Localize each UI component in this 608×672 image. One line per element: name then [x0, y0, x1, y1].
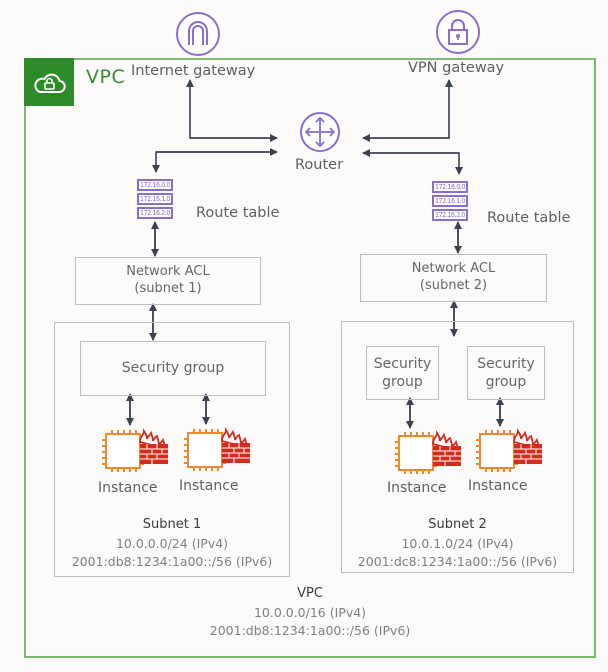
- router[interactable]: [299, 111, 341, 157]
- internet-gateway[interactable]: [175, 11, 221, 61]
- vpc-summary: VPC 10.0.0.0/16 (IPv4) 2001:db8:1234:1a0…: [160, 585, 460, 640]
- instance-label: Instance: [179, 478, 239, 494]
- arrow-router-to-rt1: [152, 151, 277, 173]
- security-group-subnet-2a[interactable]: Security group: [366, 346, 439, 400]
- security-group-label: Security group: [121, 360, 225, 377]
- instance-2a[interactable]: [393, 430, 465, 480]
- vpn-gateway-label: VPN gateway: [408, 60, 505, 76]
- arrow-router-to-rt2: [363, 152, 463, 175]
- internet-gateway-label: Internet gateway: [131, 63, 256, 79]
- subnet-1-title: Subnet 1: [142, 517, 202, 532]
- security-group-label: group: [382, 374, 423, 390]
- route-entry: 172.16.0.0: [137, 179, 173, 191]
- route-entry: 172.16.1.0: [137, 193, 173, 205]
- route-table-1-label: Route table: [196, 205, 280, 221]
- route-table-2-label: Route table: [487, 210, 571, 226]
- network-acl-label: Network ACL: [126, 264, 210, 280]
- instance-1a[interactable]: [100, 428, 172, 478]
- subnet-2-ipv4: 10.0.1.0/24 (IPv4): [401, 535, 514, 551]
- instance-firewall-icon: [184, 427, 250, 471]
- vpc-summary-title: VPC: [297, 586, 323, 601]
- router-arrows-icon: [300, 112, 340, 152]
- network-acl-subnet-2[interactable]: Network ACL (subnet 2): [360, 254, 547, 302]
- router-label: Router: [295, 157, 344, 173]
- subnet-1-info: Subnet 1 10.0.0.0/24 (IPv4) 2001:db8:123…: [54, 516, 290, 571]
- security-group-subnet-2b[interactable]: Security group: [467, 346, 545, 400]
- firewall-icon: [221, 427, 250, 463]
- route-entry: 172.16.1.0: [432, 195, 468, 207]
- route-entry: 172.16.2.0: [432, 209, 468, 221]
- firewall-icon: [139, 428, 168, 464]
- network-acl-label: Network ACL: [411, 261, 496, 277]
- network-acl-subnet: (subnet 1): [134, 281, 202, 296]
- route-entry: 172.16.2.0: [137, 207, 173, 219]
- internet-gateway-icon: [176, 12, 220, 56]
- subnet-2-title: Subnet 2: [428, 517, 487, 532]
- vpn-gateway[interactable]: [435, 9, 481, 59]
- arrow-router-to-igw: [186, 79, 277, 139]
- subnet-2-info: Subnet 2 10.0.1.0/24 (IPv4) 2001:dc8:123…: [341, 516, 574, 571]
- route-entry: 172.16.0.0: [432, 181, 468, 193]
- route-table-1[interactable]: 172.16.0.0 172.16.1.0 172.16.2.0: [137, 179, 173, 221]
- padlock-icon: [436, 10, 480, 54]
- security-group-label: group: [485, 374, 527, 390]
- firewall-icon: [513, 428, 542, 464]
- instance-2b[interactable]: [474, 428, 546, 478]
- subnet-1-ipv4: 10.0.0.0/24 (IPv4): [115, 535, 229, 551]
- route-table-2[interactable]: 172.16.0.0 172.16.1.0 172.16.2.0: [432, 181, 468, 223]
- arrow-router-to-vpn: [363, 79, 453, 139]
- subnet-1-ipv6: 2001:db8:1234:1a00::/56 (IPv6): [71, 553, 273, 569]
- subnet-2-ipv6: 2001:dc8:1234:1a00::/56 (IPv6): [357, 553, 558, 569]
- vpc-summary-ipv4: 10.0.0.0/16 (IPv4): [253, 604, 367, 620]
- security-group-subnet-1[interactable]: Security group: [80, 341, 266, 396]
- security-group-label: Security: [373, 355, 432, 372]
- network-acl-subnet-1[interactable]: Network ACL (subnet 1): [75, 257, 261, 305]
- instance-firewall-icon: [102, 428, 168, 472]
- instance-1b[interactable]: [182, 427, 254, 477]
- instance-label: Instance: [387, 480, 447, 496]
- instance-label: Instance: [468, 478, 528, 494]
- instance-firewall-icon: [395, 430, 461, 474]
- instance-label: Instance: [98, 480, 158, 496]
- security-group-label: Security: [477, 355, 535, 372]
- firewall-icon: [432, 430, 461, 466]
- instance-firewall-icon: [476, 428, 542, 472]
- network-acl-subnet: (subnet 2): [419, 278, 488, 293]
- vpc-summary-ipv6: 2001:db8:1234:1a00::/56 (IPv6): [209, 622, 411, 638]
